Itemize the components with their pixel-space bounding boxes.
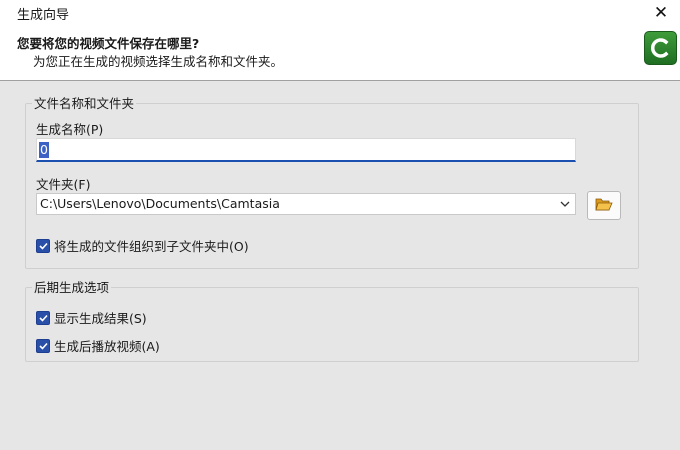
show-results-checkbox[interactable]: 显示生成结果(S) <box>36 308 147 327</box>
title-bar: 生成向导 ✕ <box>0 0 680 26</box>
production-name-label: 生成名称(P) <box>36 122 104 137</box>
production-name-value: 0 <box>39 142 49 158</box>
close-icon: ✕ <box>653 3 669 23</box>
file-name-folder-group: 文件名称和文件夹 生成名称(P) 0 文件夹(F) C:\Users\Lenov… <box>25 96 639 269</box>
open-folder-icon <box>595 196 613 215</box>
browse-folder-button[interactable] <box>587 191 621 220</box>
window-title: 生成向导 <box>17 8 70 23</box>
production-name-input[interactable]: 0 <box>36 138 576 162</box>
header-title: 您要将您的视频文件保存在哪里? <box>17 36 200 51</box>
organize-subfolders-label: 将生成的文件组织到子文件夹中(O) <box>54 239 249 254</box>
camtasia-logo-icon <box>644 31 677 65</box>
folder-value: C:\Users\Lenovo\Documents\Camtasia <box>40 196 280 211</box>
wizard-body: 文件名称和文件夹 生成名称(P) 0 文件夹(F) C:\Users\Lenov… <box>0 81 680 450</box>
organize-subfolders-checkbox[interactable]: 将生成的文件组织到子文件夹中(O) <box>36 236 249 255</box>
file-group-title: 文件名称和文件夹 <box>32 96 137 111</box>
folder-label: 文件夹(F) <box>36 177 91 192</box>
post-production-options-group: 后期生成选项 显示生成结果(S) 生成后播放视频(A) <box>25 280 639 362</box>
play-video-checkbox[interactable]: 生成后播放视频(A) <box>36 336 160 355</box>
wizard-header: 您要将您的视频文件保存在哪里? 为您正在生成的视频选择生成名称和文件夹。 <box>0 26 680 81</box>
checkmark-icon <box>36 238 50 253</box>
show-results-label: 显示生成结果(S) <box>54 311 147 326</box>
play-video-label: 生成后播放视频(A) <box>54 339 160 354</box>
post-group-title: 后期生成选项 <box>32 280 112 295</box>
checkmark-icon <box>36 310 50 325</box>
close-button[interactable]: ✕ <box>648 1 674 25</box>
checkmark-icon <box>36 338 50 353</box>
header-subtitle: 为您正在生成的视频选择生成名称和文件夹。 <box>33 54 284 69</box>
folder-combobox[interactable]: C:\Users\Lenovo\Documents\Camtasia <box>36 193 576 215</box>
chevron-down-icon <box>559 197 571 211</box>
